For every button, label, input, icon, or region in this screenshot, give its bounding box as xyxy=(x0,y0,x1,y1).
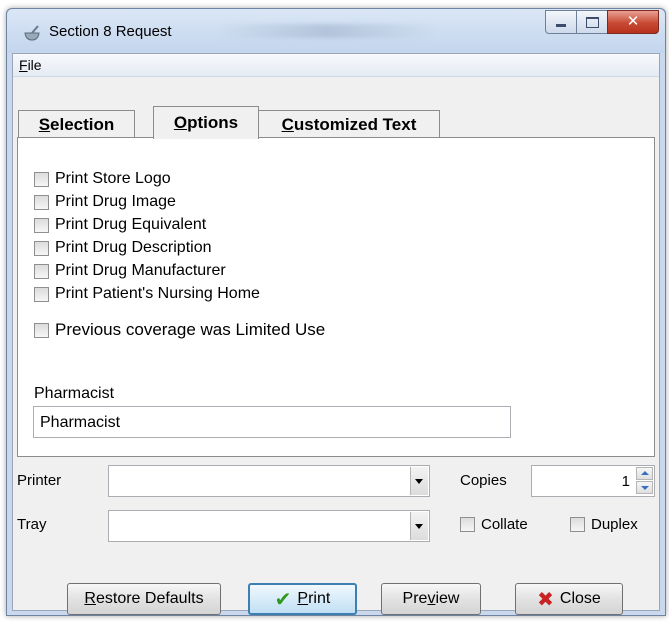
tab-options[interactable]: Options xyxy=(153,106,259,139)
close-window-button[interactable]: ✕ xyxy=(607,10,659,34)
checkbox-print-nursing-home[interactable]: Print Patient's Nursing Home xyxy=(34,285,260,303)
close-label: Close xyxy=(559,590,601,607)
spin-up-icon[interactable] xyxy=(636,467,653,480)
pharmacist-input[interactable]: Pharmacist xyxy=(33,406,511,438)
checkbox-collate[interactable]: Collate xyxy=(460,516,528,533)
print-accel: P xyxy=(297,590,309,607)
preview-label-pre: Pre xyxy=(402,590,428,607)
checkbox-previous-coverage-limited-use[interactable]: Previous coverage was Limited Use xyxy=(34,320,325,340)
mortar-pestle-icon xyxy=(24,25,40,41)
tray-select[interactable] xyxy=(108,510,430,542)
restore-accel: R xyxy=(84,590,96,607)
window-controls: ✕ xyxy=(545,10,659,34)
chevron-down-icon[interactable] xyxy=(410,467,428,495)
checkbox-label: Print Drug Equivalent xyxy=(55,216,207,233)
restore-defaults-button[interactable]: Restore Defaults xyxy=(67,583,221,615)
checkbox-label: Print Drug Image xyxy=(55,193,176,210)
spin-down-icon[interactable] xyxy=(636,481,653,494)
tab-customized-text[interactable]: Customized Text xyxy=(258,110,440,139)
checkbox-label: Print Store Logo xyxy=(55,170,171,187)
options-panel: Print Store Logo Print Drug Image Print … xyxy=(17,137,655,457)
print-button[interactable]: ✔ Print xyxy=(248,583,357,615)
window-title: Section 8 Request xyxy=(49,23,172,40)
pharmacist-label: Pharmacist xyxy=(34,385,115,402)
checkbox-label: Print Patient's Nursing Home xyxy=(55,285,260,302)
tab-options-accel: O xyxy=(173,113,188,132)
checkbox-print-drug-equivalent[interactable]: Print Drug Equivalent xyxy=(34,216,206,234)
checkbox-label: Print Drug Manufacturer xyxy=(55,262,226,279)
tab-selection[interactable]: Selection xyxy=(18,110,135,139)
close-button[interactable]: ✖ Close xyxy=(515,583,623,615)
checkmark-icon: ✔ xyxy=(274,587,292,611)
tab-selection-label: election xyxy=(50,115,115,134)
copies-stepper[interactable]: 1 xyxy=(531,465,655,497)
checkbox-print-drug-description[interactable]: Print Drug Description xyxy=(34,239,212,257)
minimize-icon xyxy=(556,24,566,27)
dialog-client: File Selection Options Customized Text P… xyxy=(12,53,660,615)
preview-accel: v xyxy=(427,590,436,607)
checkbox[interactable] xyxy=(34,286,49,302)
checkbox[interactable] xyxy=(34,263,49,279)
restore-label: estore Defaults xyxy=(95,590,204,607)
tab-customized-text-accel: C xyxy=(281,115,294,134)
tab-selection-accel: S xyxy=(38,115,51,134)
menu-bar: File xyxy=(13,54,659,77)
duplex-label: Duplex xyxy=(591,516,638,533)
preview-label-rest: iew xyxy=(435,590,460,607)
printer-select[interactable] xyxy=(108,465,430,497)
dialog-window: Section 8 Request ✕ File Selection Optio… xyxy=(6,8,666,616)
tab-options-label: ptions xyxy=(187,113,239,132)
copies-spin-buttons xyxy=(636,467,653,495)
maximize-button[interactable] xyxy=(576,10,607,34)
menu-file[interactable]: File xyxy=(19,57,42,73)
checkbox-print-drug-image[interactable]: Print Drug Image xyxy=(34,193,176,211)
close-icon: ✕ xyxy=(626,12,640,30)
title-bar: Section 8 Request ✕ xyxy=(7,9,665,53)
minimize-button[interactable] xyxy=(545,10,576,34)
checkbox[interactable] xyxy=(34,322,49,338)
printer-label: Printer xyxy=(17,472,62,489)
x-icon: ✖ xyxy=(537,587,554,611)
checkbox[interactable] xyxy=(460,517,475,532)
checkbox-label: Previous coverage was Limited Use xyxy=(55,320,326,339)
checkbox[interactable] xyxy=(34,217,49,233)
copies-value[interactable]: 1 xyxy=(622,473,630,490)
checkbox-label: Print Drug Description xyxy=(55,239,212,256)
copies-label: Copies xyxy=(460,472,507,489)
checkbox[interactable] xyxy=(34,171,49,187)
chevron-down-icon[interactable] xyxy=(410,512,428,540)
tab-customized-text-label: ustomized Text xyxy=(293,115,417,134)
print-label: rint xyxy=(308,590,331,607)
checkbox-print-drug-manufacturer[interactable]: Print Drug Manufacturer xyxy=(34,262,226,280)
checkbox[interactable] xyxy=(34,240,49,256)
preview-button[interactable]: Pre v iew xyxy=(381,583,481,615)
title-blurred-text xyxy=(217,24,437,38)
checkbox[interactable] xyxy=(570,517,585,532)
checkbox[interactable] xyxy=(34,194,49,210)
checkbox-duplex[interactable]: Duplex xyxy=(570,516,638,533)
checkbox-print-store-logo[interactable]: Print Store Logo xyxy=(34,170,171,188)
maximize-icon xyxy=(586,17,599,28)
tray-label: Tray xyxy=(17,516,47,533)
collate-label: Collate xyxy=(481,516,528,533)
